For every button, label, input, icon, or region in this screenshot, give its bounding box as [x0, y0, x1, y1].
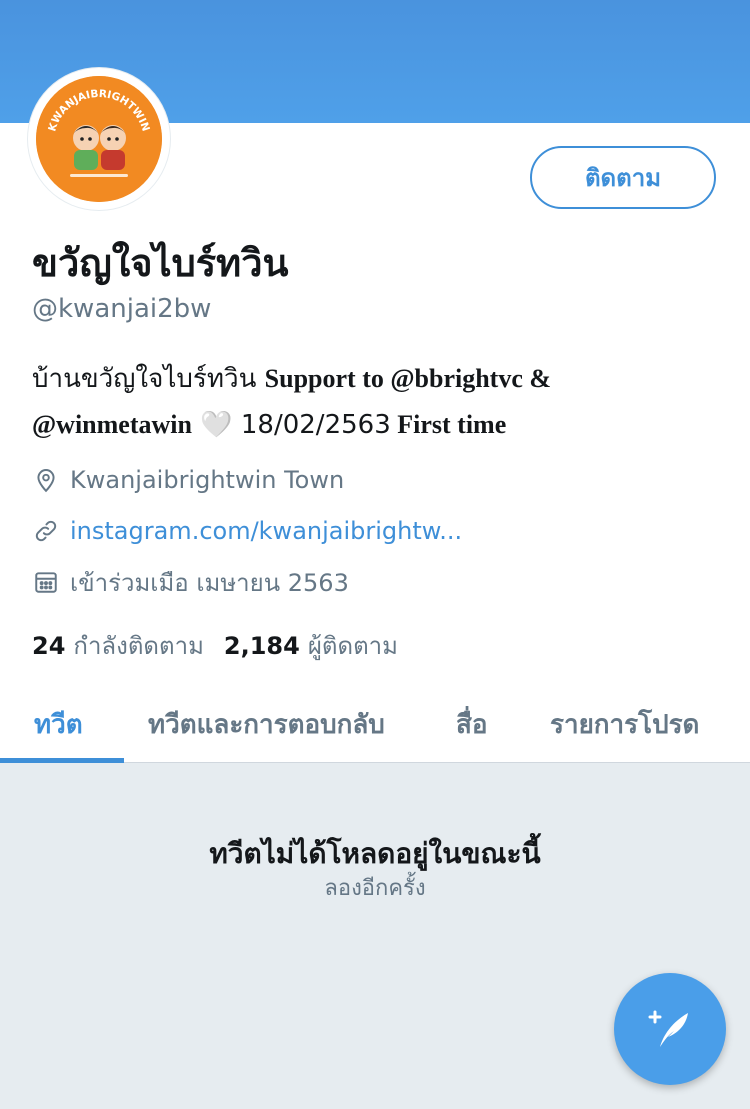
follow-button[interactable]: ติดตาม	[530, 146, 716, 209]
tab-tweets[interactable]: ทวีต	[34, 704, 83, 745]
bio-mention-link[interactable]: @winmetawin	[32, 410, 192, 439]
avatar[interactable]: KWANJAIBRIGHTWIN	[28, 68, 170, 210]
profile-display-name: ขวัญใจไบร์ทวิน	[32, 241, 289, 285]
bio-first-time: First time	[390, 410, 507, 439]
retry-link[interactable]: ลองอีกครั้ง	[0, 870, 750, 905]
following-stat[interactable]: 24 กำลังติดตาม	[32, 626, 204, 665]
tab-media[interactable]: สื่อ	[456, 704, 487, 745]
following-label: กำลังติดตาม	[73, 632, 204, 660]
profile-tabs: ทวีต ทวีตและการตอบกลับ สื่อ รายการโปรด	[0, 690, 750, 763]
location-pin-icon	[32, 466, 60, 494]
tab-likes[interactable]: รายการโปรด	[550, 704, 699, 745]
avatar-logo-icon: KWANJAIBRIGHTWIN	[36, 76, 162, 202]
compose-tweet-button[interactable]	[614, 973, 726, 1085]
follow-stats: 24 กำลังติดตาม 2,184 ผู้ติดตาม	[32, 626, 398, 665]
location-text: Kwanjaibrightwin Town	[70, 466, 345, 494]
joined-text: เข้าร่วมเมือ เมษายน 2563	[70, 568, 349, 597]
compose-tweet-icon	[648, 1010, 688, 1047]
bio-date: 18/02/2563	[240, 410, 391, 440]
bio-support-text: Support to @bbrightvc &	[264, 364, 552, 393]
profile-handle: @kwanjai2bw	[32, 294, 212, 324]
bio-heart: 🤍	[191, 410, 241, 440]
followers-stat[interactable]: 2,184 ผู้ติดตาม	[224, 626, 398, 665]
following-count: 24	[32, 632, 66, 660]
profile-bio: บ้านขวัญใจไบร์ทวิน Support to @bbrightvc…	[32, 356, 722, 448]
followers-count: 2,184	[223, 632, 300, 660]
website-link[interactable]: instagram.com/kwanjaibrightw...	[70, 517, 462, 545]
bio-thai-text: บ้านขวัญใจไบร์ทวิน	[32, 364, 265, 394]
calendar-icon	[32, 568, 60, 596]
profile-location: Kwanjaibrightwin Town	[32, 463, 344, 497]
profile-joined: เข้าร่วมเมือ เมษายน 2563	[32, 565, 349, 599]
profile-website[interactable]: instagram.com/kwanjaibrightw...	[32, 514, 462, 548]
tab-tweets-and-replies[interactable]: ทวีตและการตอบกลับ	[148, 704, 385, 745]
link-icon	[32, 517, 60, 545]
avatar-image: KWANJAIBRIGHTWIN	[36, 76, 162, 202]
followers-label: ผู้ติดตาม	[307, 632, 398, 660]
